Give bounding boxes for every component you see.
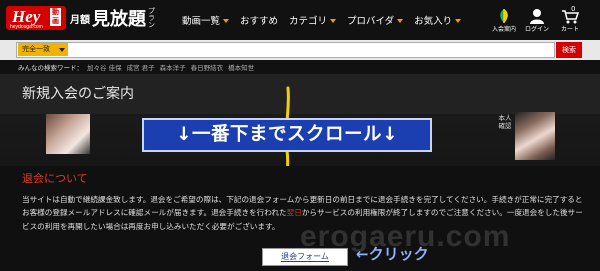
popular-keywords: みんなの検索ワード： 加々谷 佳保 成宮 君子 森本洋子 春日野結衣 橋本知世: [0, 60, 600, 74]
keyword-link[interactable]: 森本洋子: [160, 62, 186, 72]
chevron-down-icon: [330, 18, 337, 23]
nav-favorites[interactable]: お気入り: [414, 13, 462, 27]
search-input[interactable]: [70, 43, 558, 56]
nav-provider[interactable]: プロバイダ: [347, 13, 404, 27]
section-title: 退会について: [22, 172, 88, 185]
logo-subtext: heydouga.com: [10, 24, 43, 30]
keyword-link[interactable]: 加々谷 佳保: [87, 62, 122, 72]
main-nav: 動画一覧 おすすめ カテゴリ プロバイダ お気入り: [182, 0, 472, 40]
nav-recommended-label: おすすめ: [240, 16, 279, 27]
login-button[interactable]: ログイン: [521, 8, 553, 34]
nav-category-label: カテゴリ: [289, 16, 328, 27]
join-guide-button[interactable]: 入会案内: [488, 8, 520, 34]
logo-badge: 動画: [50, 8, 61, 26]
keyword-link[interactable]: 春日野結衣: [191, 62, 224, 72]
cart-icon: [562, 10, 579, 24]
popular-keywords-label: みんなの検索ワード：: [18, 64, 83, 72]
cancel-form-label: 退会フォーム: [281, 252, 329, 262]
banner-right-caption: 本人確認: [498, 114, 512, 130]
login-label: ログイン: [524, 26, 549, 33]
cart-button[interactable]: 0 カート: [554, 5, 586, 34]
keyword-link[interactable]: 橋本知世: [228, 62, 254, 72]
scroll-callout: ↓一番下までスクロール↓: [142, 118, 432, 152]
leaf-icon: [500, 9, 508, 23]
search-button[interactable]: 検索: [556, 42, 582, 58]
chevron-down-icon: [397, 18, 404, 23]
plan-prefix: 月額: [70, 14, 90, 26]
chevron-down-icon: [223, 18, 230, 23]
user-icon: [530, 9, 544, 24]
nav-videos-label: 動画一覧: [182, 16, 221, 27]
banner-photo-left: [46, 114, 90, 154]
nav-videos[interactable]: 動画一覧: [182, 13, 230, 27]
page-title: 新規入会のご案内: [22, 86, 134, 102]
match-mode-select[interactable]: 完全一致: [18, 43, 68, 56]
plan-title[interactable]: 月額 見放題 プラン: [70, 5, 174, 31]
nav-category[interactable]: カテゴリ: [289, 13, 337, 27]
cart-label: カート: [560, 26, 579, 33]
nav-recommended[interactable]: おすすめ: [240, 13, 278, 27]
nav-provider-label: プロバイダ: [347, 16, 395, 27]
nav-favorites-label: お気入り: [414, 16, 453, 27]
match-mode-value: 完全一致: [22, 45, 50, 53]
site-logo[interactable]: Hey 動画 heydouga.com: [6, 6, 66, 30]
plan-main: 見放題: [92, 9, 146, 30]
cart-count: 0: [571, 5, 576, 13]
click-callout: ←クリック: [356, 245, 429, 263]
chevron-down-icon: [455, 18, 462, 23]
cancel-form-button[interactable]: 退会フォーム: [262, 248, 348, 266]
keyword-link[interactable]: 成宮 君子: [127, 62, 155, 72]
banner-photo-right: [515, 112, 555, 160]
chevron-down-icon: [59, 48, 65, 52]
plan-suffix: プラン: [148, 6, 155, 29]
join-guide-label: 入会案内: [491, 26, 516, 33]
highlight-next-day: 翌日: [286, 208, 302, 218]
